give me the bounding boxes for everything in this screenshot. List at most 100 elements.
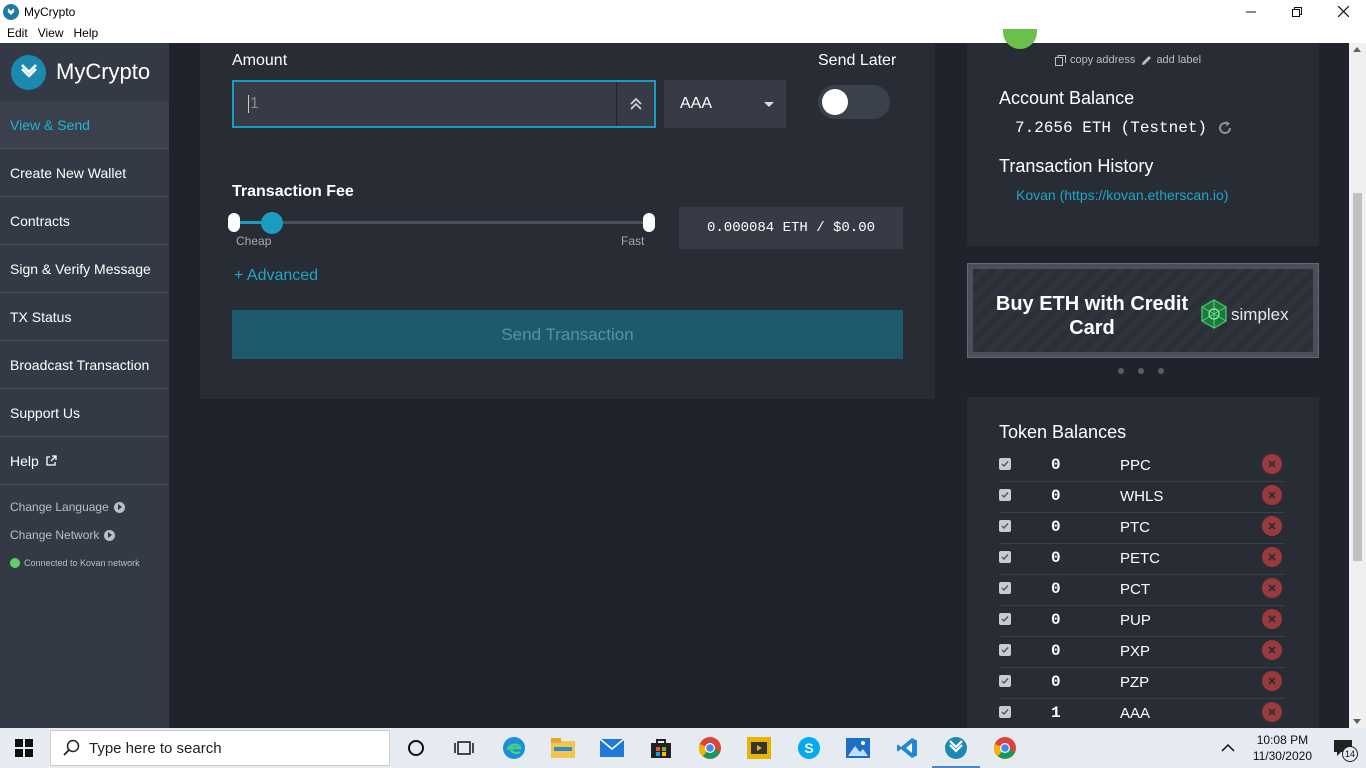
- token-checkbox[interactable]: [999, 551, 1011, 563]
- remove-token-button[interactable]: [1262, 547, 1282, 567]
- mycrypto-logo-icon: [11, 54, 46, 90]
- photos-icon[interactable]: [844, 734, 872, 762]
- slider-max-handle: [643, 213, 655, 232]
- carousel-dot[interactable]: [1118, 368, 1124, 374]
- sidebar-item-tx-status[interactable]: TX Status: [0, 293, 169, 341]
- maximize-button[interactable]: [1274, 0, 1320, 23]
- refresh-icon[interactable]: [1217, 120, 1233, 136]
- sidebar-item-view-send[interactable]: View & Send: [0, 101, 169, 149]
- sidebar-item-support[interactable]: Support Us: [0, 389, 169, 437]
- token-row: 0 PTC: [999, 513, 1285, 544]
- chrome-icon[interactable]: [696, 734, 724, 762]
- advanced-link[interactable]: + Advanced: [234, 267, 318, 285]
- sidebar-item-label: Support Us: [10, 404, 81, 421]
- menu-help[interactable]: Help: [73, 26, 98, 40]
- amount-field[interactable]: 1: [234, 82, 616, 126]
- sidebar-item-contracts[interactable]: Contracts: [0, 197, 169, 245]
- remove-token-button[interactable]: [1262, 578, 1282, 598]
- toggle-knob: [822, 89, 848, 115]
- token-checkbox[interactable]: [999, 613, 1011, 625]
- token-symbol: PXP: [1120, 643, 1151, 660]
- taskbar-clock[interactable]: 10:08 PM 11/30/2020: [1253, 732, 1312, 764]
- change-language-button[interactable]: Change Language: [0, 493, 169, 521]
- token-row: 1 AAA: [999, 699, 1285, 728]
- send-later-toggle[interactable]: [818, 85, 890, 119]
- scrollbar[interactable]: [1349, 43, 1366, 728]
- close-icon: [1268, 460, 1276, 468]
- store-icon[interactable]: [647, 734, 675, 762]
- cortana-icon[interactable]: [402, 734, 430, 762]
- token-symbol: PTC: [1120, 519, 1150, 536]
- brand[interactable]: MyCrypto: [0, 43, 169, 101]
- remove-token-button[interactable]: [1262, 609, 1282, 629]
- task-view-icon[interactable]: [450, 734, 478, 762]
- scroll-down-arrow-icon[interactable]: [1353, 719, 1361, 724]
- minimize-button[interactable]: [1228, 0, 1274, 23]
- unit-dropdown[interactable]: AAA: [664, 80, 786, 128]
- media-player-icon[interactable]: [745, 734, 773, 762]
- amount-input[interactable]: 1: [232, 80, 656, 128]
- windows-taskbar: Type here to search S 10:08 PM 11/30/202…: [0, 728, 1366, 768]
- close-button[interactable]: [1320, 0, 1366, 23]
- sidebar-item-broadcast[interactable]: Broadcast Transaction: [0, 341, 169, 389]
- slider-thumb[interactable]: [261, 212, 283, 234]
- change-network-button[interactable]: Change Network: [0, 521, 169, 549]
- taskbar-search[interactable]: Type here to search: [50, 730, 390, 766]
- checkmark-icon: [1001, 585, 1009, 592]
- remove-token-button[interactable]: [1262, 454, 1282, 474]
- token-checkbox[interactable]: [999, 582, 1011, 594]
- sidebar-item-create-wallet[interactable]: Create New Wallet: [0, 149, 169, 197]
- checkmark-icon: [1001, 554, 1009, 561]
- token-checkbox[interactable]: [999, 675, 1011, 687]
- send-form-panel: Amount Send Later 1 AAA Transaction Fee …: [200, 43, 935, 399]
- start-button[interactable]: [0, 728, 48, 768]
- copy-address-button[interactable]: copy address: [1070, 54, 1135, 66]
- token-checkbox[interactable]: [999, 520, 1011, 532]
- simplex-ad-banner[interactable]: Buy ETH with Credit Card simplex: [967, 263, 1319, 358]
- skype-icon[interactable]: S: [795, 734, 823, 762]
- kovan-etherscan-link[interactable]: Kovan (https://kovan.etherscan.io): [1016, 187, 1228, 203]
- file-explorer-icon[interactable]: [549, 734, 577, 762]
- notification-center-button[interactable]: 14: [1326, 728, 1360, 768]
- menu-view[interactable]: View: [38, 26, 64, 40]
- scrollbar-thumb[interactable]: [1353, 193, 1362, 561]
- sidebar-item-help[interactable]: Help: [0, 437, 169, 485]
- remove-token-button[interactable]: [1262, 640, 1282, 660]
- amount-label: Amount: [232, 52, 288, 69]
- token-balance: 1: [1051, 704, 1061, 722]
- menu-edit[interactable]: Edit: [7, 26, 28, 40]
- remove-token-button[interactable]: [1262, 485, 1282, 505]
- chrome-profile-icon[interactable]: [991, 734, 1019, 762]
- token-balance: 0: [1051, 518, 1061, 536]
- close-icon: [1268, 708, 1276, 716]
- copy-icon: [1055, 54, 1066, 66]
- token-checkbox[interactable]: [999, 489, 1011, 501]
- carousel-dot[interactable]: [1138, 368, 1144, 374]
- remove-token-button[interactable]: [1262, 516, 1282, 536]
- send-everything-button[interactable]: [616, 82, 654, 126]
- carousel-dot[interactable]: [1158, 368, 1164, 374]
- simplex-brand: simplex: [1231, 305, 1289, 324]
- fee-slider[interactable]: [228, 212, 655, 243]
- remove-token-button[interactable]: [1262, 702, 1282, 722]
- token-checkbox[interactable]: [999, 706, 1011, 718]
- send-transaction-button[interactable]: Send Transaction: [232, 310, 903, 359]
- mycrypto-taskbar-icon[interactable]: [932, 734, 980, 768]
- system-tray: 10:08 PM 11/30/2020 14: [1221, 728, 1366, 768]
- chevron-up-icon[interactable]: [1221, 743, 1235, 753]
- vscode-icon[interactable]: [893, 734, 921, 762]
- edge-browser-icon[interactable]: [500, 734, 528, 762]
- ad-background: Buy ETH with Credit Card simplex: [973, 269, 1313, 352]
- sidebar-item-label: Help: [10, 452, 39, 469]
- checkmark-icon: [1001, 616, 1009, 623]
- token-checkbox[interactable]: [999, 458, 1011, 470]
- token-balance: 0: [1051, 456, 1061, 474]
- mail-icon[interactable]: [598, 734, 626, 762]
- token-row: 0 PXP: [999, 637, 1285, 668]
- add-label-button[interactable]: add label: [1156, 54, 1201, 66]
- remove-token-button[interactable]: [1262, 671, 1282, 691]
- scroll-up-arrow-icon[interactable]: [1353, 47, 1361, 52]
- sidebar-item-label: View & Send: [10, 116, 90, 133]
- token-checkbox[interactable]: [999, 644, 1011, 656]
- sidebar-item-sign-verify[interactable]: Sign & Verify Message: [0, 245, 169, 293]
